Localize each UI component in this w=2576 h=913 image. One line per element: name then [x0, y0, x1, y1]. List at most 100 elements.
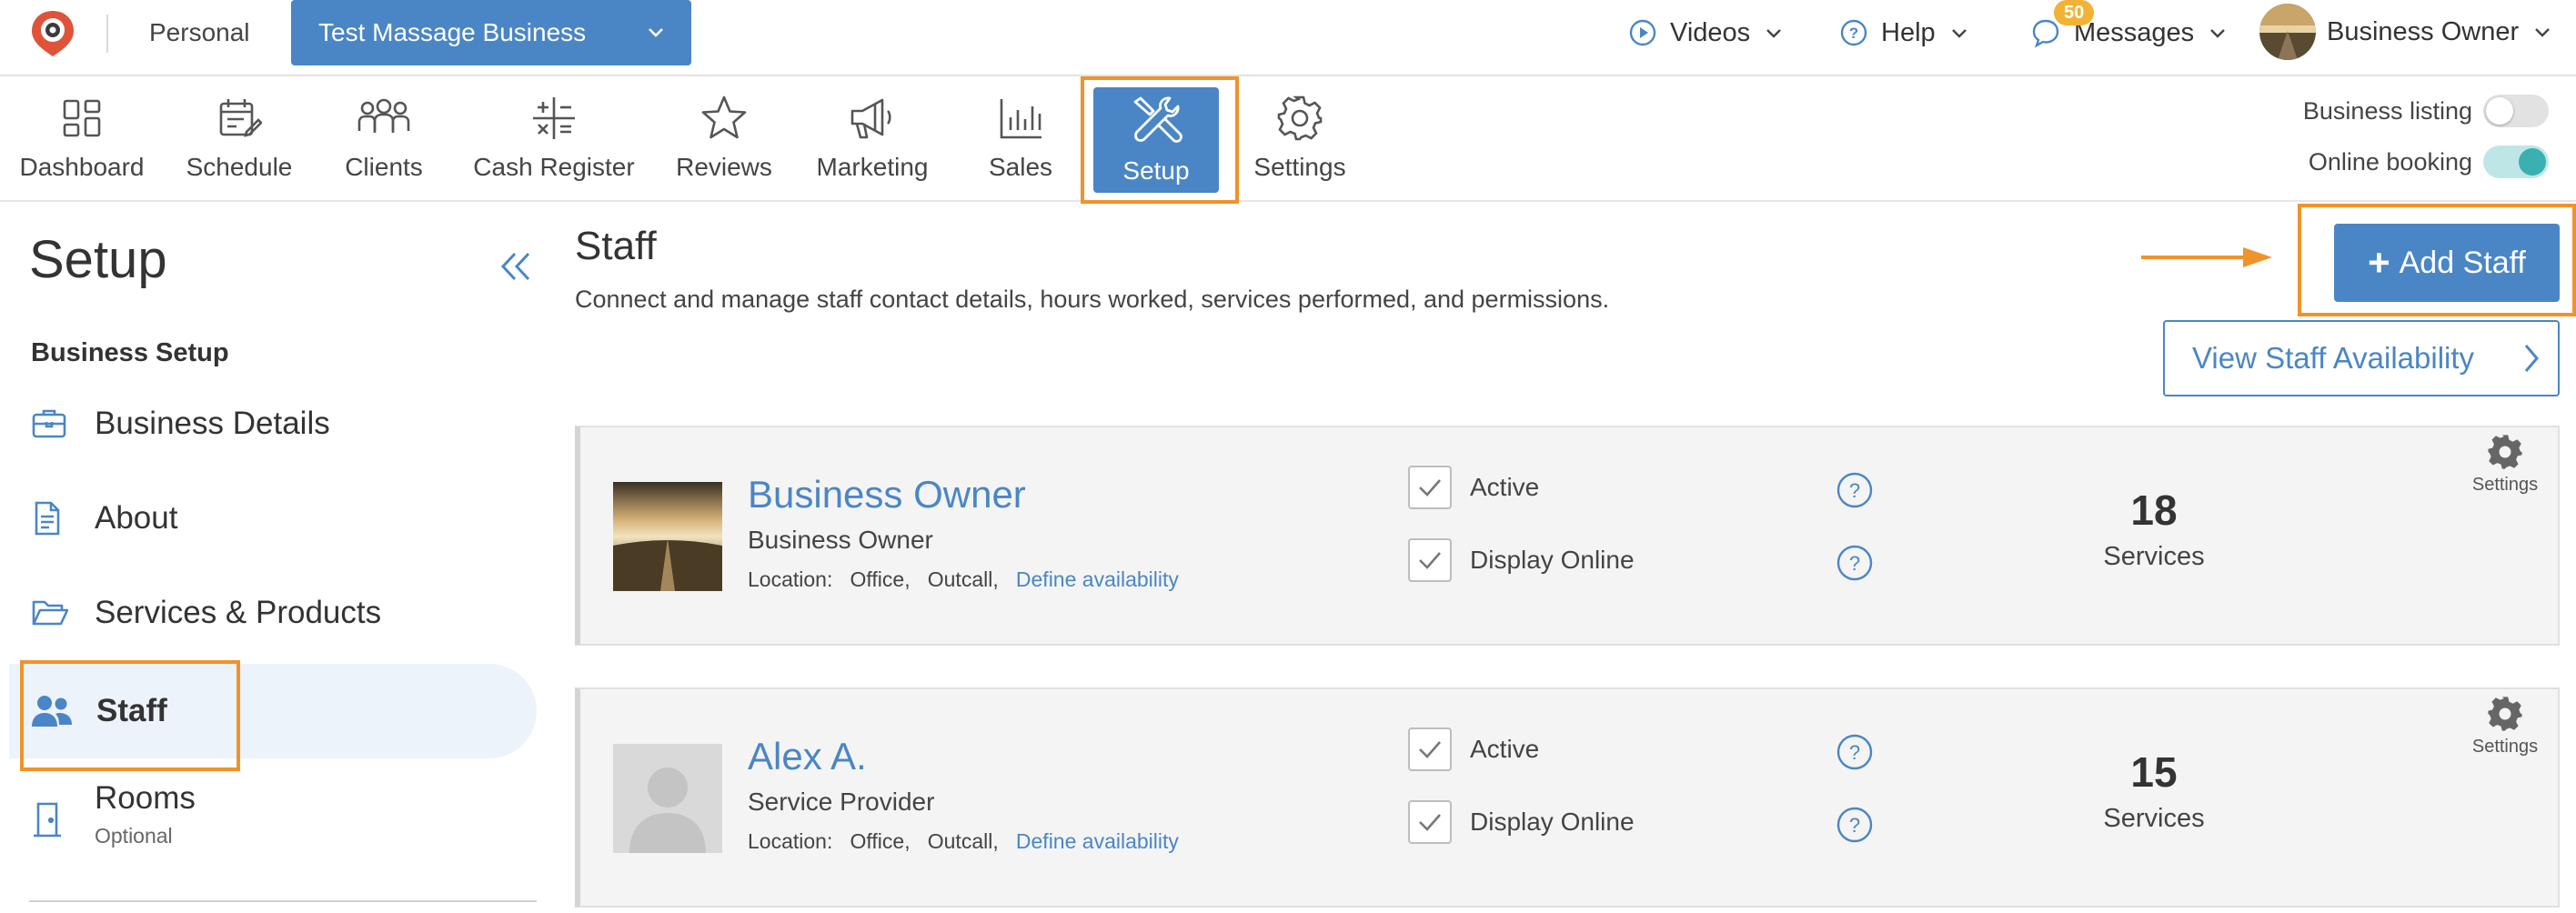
staff-photo-placeholder [613, 744, 722, 853]
play-circle-icon [1628, 18, 1657, 47]
bar-chart-icon [998, 93, 1043, 144]
chevron-right-icon [2521, 342, 2541, 375]
sidebar-item-label: Rooms [95, 780, 196, 816]
staff-settings-button[interactable]: Settings [2461, 433, 2549, 496]
top-bar: Personal Test Massage Business Videos ? … [0, 0, 2576, 76]
user-name: Business Owner [2327, 16, 2520, 46]
sidebar-item-services-products[interactable]: Services & Products [0, 566, 537, 660]
nav-clients[interactable]: Clients [329, 78, 438, 202]
document-icon [31, 500, 62, 537]
define-availability-link[interactable]: Define availability [1016, 567, 1179, 591]
nav-label: Reviews [676, 153, 772, 181]
view-staff-availability-button[interactable]: View Staff Availability [2163, 320, 2560, 396]
top-divider [106, 15, 108, 53]
app-logo-icon[interactable] [29, 9, 76, 58]
online-booking-toggle-row: Online booking [2309, 145, 2549, 178]
videos-menu[interactable]: Videos [1628, 13, 1783, 53]
active-checkbox-row: Active [1408, 727, 1539, 771]
display-online-label: Display Online [1470, 546, 1635, 574]
help-label: Help [1881, 17, 1936, 47]
cash-register-icon [530, 93, 578, 144]
user-menu[interactable]: Business Owner [2259, 4, 2551, 60]
tools-icon [1130, 95, 1182, 147]
nav-sales[interactable]: Sales [968, 78, 1073, 202]
star-icon [699, 93, 749, 144]
nav-label: Sales [988, 153, 1053, 181]
nav-schedule[interactable]: Schedule [176, 78, 302, 202]
staff-role: Service Provider [748, 788, 935, 816]
help-circle-icon[interactable]: ? [1836, 544, 1874, 582]
sidebar-item-label: About [95, 500, 178, 536]
online-booking-toggle[interactable] [2483, 145, 2549, 178]
nav-label: Settings [1253, 153, 1346, 181]
define-availability-link[interactable]: Define availability [1016, 829, 1179, 853]
services-label: Services [2103, 804, 2205, 833]
chat-bubble-icon [2030, 17, 2061, 48]
nav-reviews[interactable]: Reviews [671, 78, 777, 202]
module-nav: Dashboard Schedule Clients Cash Register… [0, 78, 2576, 202]
personal-link[interactable]: Personal [149, 18, 250, 47]
nav-label: Dashboard [19, 153, 145, 181]
rooms-optional-note: Optional [95, 824, 173, 848]
staff-card: Business Owner Business Owner Location: … [575, 426, 2560, 646]
business-listing-label: Business listing [2302, 96, 2472, 125]
door-icon [31, 800, 64, 838]
services-count: 15 [2130, 748, 2178, 796]
active-checkbox[interactable] [1408, 466, 1452, 509]
folder-icon [31, 597, 69, 629]
dashboard-icon [60, 93, 104, 144]
svg-text:?: ? [1849, 741, 1860, 764]
sidebar-divider [29, 900, 537, 902]
nav-label: Setup [1122, 156, 1190, 185]
add-staff-button[interactable]: + Add Staff [2334, 224, 2560, 302]
nav-label: Marketing [816, 153, 929, 181]
display-online-checkbox[interactable] [1408, 538, 1452, 582]
staff-role: Business Owner [748, 526, 933, 554]
display-online-checkbox-row: Display Online [1408, 538, 1635, 582]
messages-label: Messages [2074, 17, 2195, 47]
staff-photo [613, 482, 722, 591]
staff-name-link[interactable]: Alex A. [748, 735, 867, 778]
messages-count-badge: 50 [2054, 0, 2095, 25]
gear-icon [2486, 695, 2524, 733]
sidebar-item-rooms[interactable]: Rooms [0, 755, 537, 838]
help-circle-icon[interactable]: ? [1836, 471, 1874, 509]
chevron-down-icon [646, 22, 666, 42]
display-online-label: Display Online [1470, 808, 1635, 836]
nav-marketing[interactable]: Marketing [810, 78, 935, 202]
help-menu[interactable]: ? Help [1839, 13, 1968, 53]
active-label: Active [1470, 735, 1540, 763]
gear-icon [2486, 433, 2524, 471]
location-label: Location: [748, 829, 833, 853]
sidebar-title: Setup [29, 230, 167, 289]
arrow-right-icon [2139, 244, 2274, 271]
business-select-label: Test Massage Business [318, 18, 587, 46]
nav-label: Schedule [186, 153, 293, 181]
staff-settings-button[interactable]: Settings [2461, 695, 2549, 757]
staff-name-link[interactable]: Business Owner [748, 473, 1026, 517]
collapse-sidebar-icon[interactable] [498, 249, 533, 284]
display-online-checkbox[interactable] [1408, 800, 1452, 844]
nav-cash-register[interactable]: Cash Register [468, 78, 640, 202]
svg-text:?: ? [1849, 479, 1860, 502]
active-checkbox[interactable] [1408, 727, 1452, 771]
sidebar-item-business-details[interactable]: Business Details [0, 376, 537, 471]
services-count: 18 [2130, 487, 2178, 534]
nav-setup[interactable]: Setup [1093, 87, 1219, 193]
location-values: Office, Outcall, [850, 567, 999, 591]
online-booking-label: Online booking [2308, 147, 2472, 176]
nav-settings[interactable]: Settings [1241, 78, 1359, 202]
staff-location: Location: Office, Outcall, Define availa… [748, 567, 1179, 592]
business-select[interactable]: Test Massage Business [291, 0, 691, 65]
help-circle-icon[interactable]: ? [1836, 733, 1874, 771]
nav-label: Clients [345, 153, 423, 181]
nav-dashboard[interactable]: Dashboard [16, 78, 147, 202]
help-circle-icon[interactable]: ? [1836, 806, 1874, 844]
megaphone-icon [848, 93, 897, 144]
services-label: Services [2103, 542, 2205, 571]
briefcase-icon [31, 407, 67, 440]
add-staff-label: Add Staff [2399, 245, 2526, 280]
active-checkbox-row: Active [1408, 466, 1539, 509]
business-listing-toggle[interactable] [2483, 95, 2549, 127]
sidebar-item-about[interactable]: About [0, 471, 537, 566]
